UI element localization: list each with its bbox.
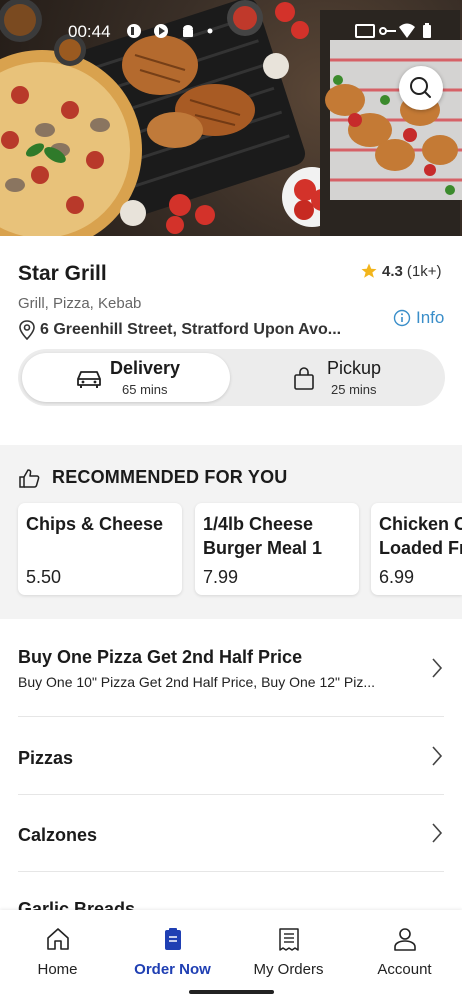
bottom-navigation: Home Order Now My Orders Account	[0, 910, 462, 1000]
shopping-bag-icon	[294, 367, 314, 390]
receipt-icon	[278, 928, 299, 951]
recommended-card[interactable]: Chips & Cheese 5.50	[18, 503, 182, 595]
category-row[interactable]: Calzones	[18, 823, 444, 846]
clock: 00:44	[68, 22, 111, 41]
search-icon	[410, 77, 431, 98]
card-item-price: 7.99	[203, 567, 239, 587]
nav-home-label: Home	[37, 961, 78, 978]
chevron-right-icon	[432, 658, 443, 678]
recommended-card[interactable]: Chicken Cheese Loaded Fries 6.99	[371, 503, 462, 595]
order-icon	[164, 928, 181, 950]
card-item-name: Chicken Cheese Loaded Fries	[379, 514, 462, 558]
info-icon	[393, 309, 411, 327]
nav-my-orders-label: My Orders	[253, 961, 324, 978]
thumbs-up-icon	[19, 468, 40, 488]
vpn-key-icon	[379, 27, 396, 35]
pickup-time: 25 mins	[331, 382, 377, 397]
cuisine-list: Grill, Pizza, Kebab	[18, 295, 142, 312]
person-icon	[393, 928, 416, 951]
location-pin-icon	[19, 320, 35, 340]
delivery-option[interactable]: Delivery 65 mins	[22, 353, 230, 402]
category-title: Buy One Pizza Get 2nd Half Price	[18, 647, 303, 667]
nav-account[interactable]: Account	[347, 926, 462, 978]
hero-food-image: 00:44	[0, 0, 462, 236]
pickup-label: Pickup	[327, 358, 382, 378]
address-text: 6 Greenhill Street, Stratford Upon Avo..…	[40, 321, 342, 338]
nav-order-now-label: Order Now	[134, 961, 211, 978]
delivery-label: Delivery	[110, 358, 181, 378]
restaurant-name: Star Grill	[18, 262, 107, 285]
cast-icon	[355, 24, 375, 38]
category-description: Buy One 10" Pizza Get 2nd Half Price, Bu…	[18, 674, 375, 690]
wifi-icon	[399, 23, 415, 38]
status-bar: 00:44	[0, 0, 462, 64]
recommended-heading: RECOMMENDED FOR YOU	[18, 467, 287, 488]
card-item-name: 1/4lb Cheese Burger Meal 1	[203, 514, 323, 558]
divider	[18, 794, 444, 795]
battery-icon	[423, 23, 431, 38]
category-row[interactable]: Pizzas	[18, 746, 444, 769]
nav-order-now[interactable]: Order Now	[115, 926, 230, 978]
category-title: Calzones	[18, 825, 98, 845]
divider	[18, 871, 444, 872]
info-label: Info	[416, 308, 445, 327]
search-button[interactable]	[399, 66, 443, 110]
android-icon	[183, 25, 193, 37]
home-icon	[46, 928, 69, 950]
nav-account-label: Account	[377, 961, 432, 978]
pickup-option[interactable]: Pickup 25 mins	[233, 353, 441, 402]
rating-value: 4.3	[382, 262, 403, 280]
recommended-card[interactable]: 1/4lb Cheese Burger Meal 1 7.99	[195, 503, 359, 595]
address: 6 Greenhill Street, Stratford Upon Avo..…	[18, 320, 341, 340]
delivery-time: 65 mins	[122, 382, 168, 397]
card-item-price: 6.99	[379, 567, 415, 587]
divider	[18, 716, 444, 717]
rating: 4.3 (1k+)	[360, 262, 441, 280]
card-item-price: 5.50	[26, 567, 62, 587]
car-icon	[77, 371, 101, 388]
category-row[interactable]: Buy One Pizza Get 2nd Half Price Buy One…	[18, 647, 444, 690]
star-icon	[361, 263, 377, 278]
nav-my-orders[interactable]: My Orders	[231, 926, 346, 978]
nav-home[interactable]: Home	[0, 926, 115, 978]
recommended-title: RECOMMENDED FOR YOU	[52, 467, 288, 487]
app-notification-icon	[127, 24, 141, 38]
category-title: Pizzas	[18, 748, 74, 768]
chevron-right-icon	[432, 746, 443, 766]
more-notifications-dot-icon	[207, 28, 213, 34]
home-indicator-bar[interactable]	[189, 990, 274, 994]
chevron-right-icon	[432, 823, 443, 843]
card-item-name: Chips & Cheese	[26, 514, 164, 534]
media-notification-icon	[154, 24, 168, 38]
order-type-toggle: Delivery 65 mins Pickup 25 mins	[18, 349, 445, 406]
rating-count: (1k+)	[406, 262, 442, 280]
info-button[interactable]: Info	[393, 308, 444, 328]
